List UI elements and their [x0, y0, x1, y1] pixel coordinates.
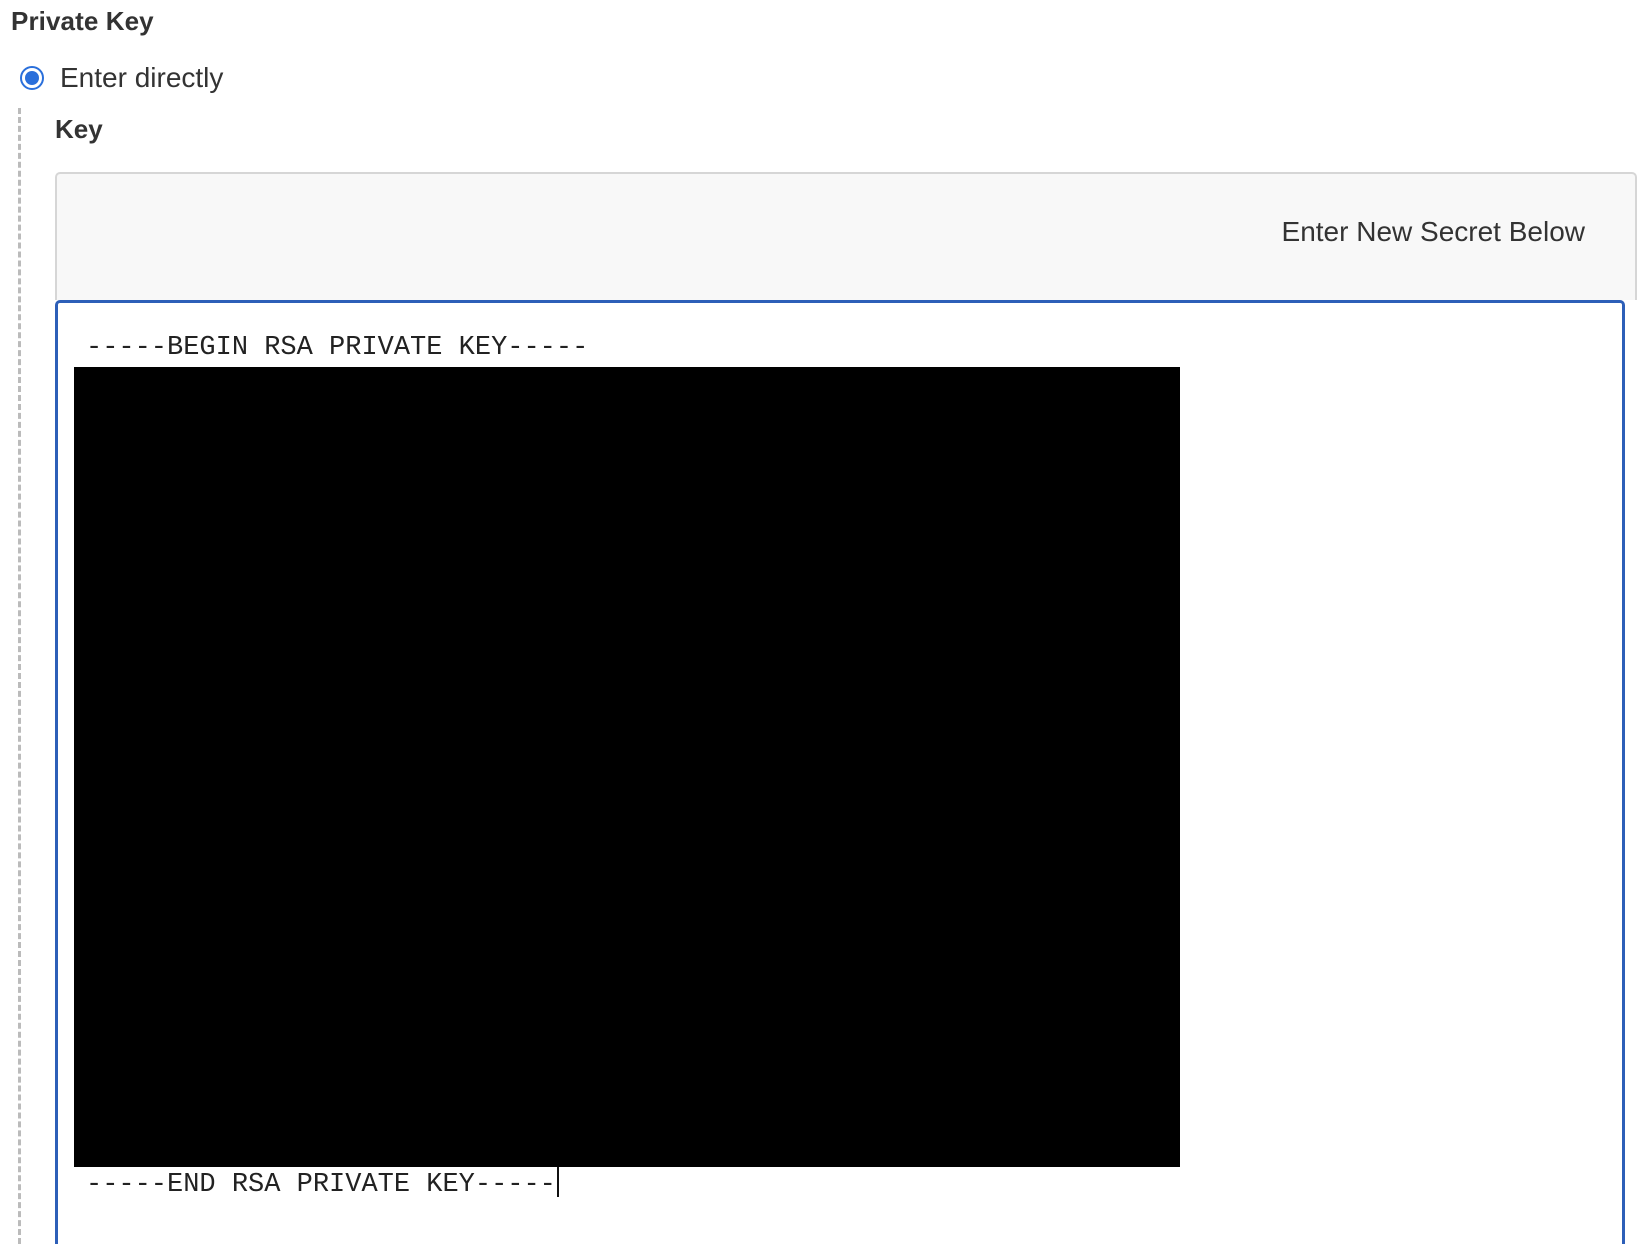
key-end-line-row: -----END RSA PRIVATE KEY-----: [86, 1167, 559, 1200]
radio-selected-dot: [25, 71, 39, 85]
private-key-textarea[interactable]: -----BEGIN RSA PRIVATE KEY----- -----END…: [55, 300, 1625, 1244]
enter-directly-radio-button[interactable]: [20, 66, 44, 90]
redacted-key-content: [74, 367, 1180, 1167]
private-key-section-title: Private Key: [11, 6, 154, 36]
enter-directly-label[interactable]: Enter directly: [60, 62, 223, 94]
enter-directly-radio-option[interactable]: Enter directly: [20, 60, 223, 96]
enter-new-secret-hint: Enter New Secret Below: [1281, 216, 1585, 247]
key-end-line: -----END RSA PRIVATE KEY-----: [86, 1170, 556, 1200]
key-begin-line: -----BEGIN RSA PRIVATE KEY-----: [86, 333, 589, 363]
nested-option-divider: [18, 108, 21, 1244]
secret-header-bar: Enter New Secret Below: [55, 172, 1637, 300]
key-field-label: Key: [55, 114, 103, 144]
text-cursor: [556, 1167, 559, 1197]
